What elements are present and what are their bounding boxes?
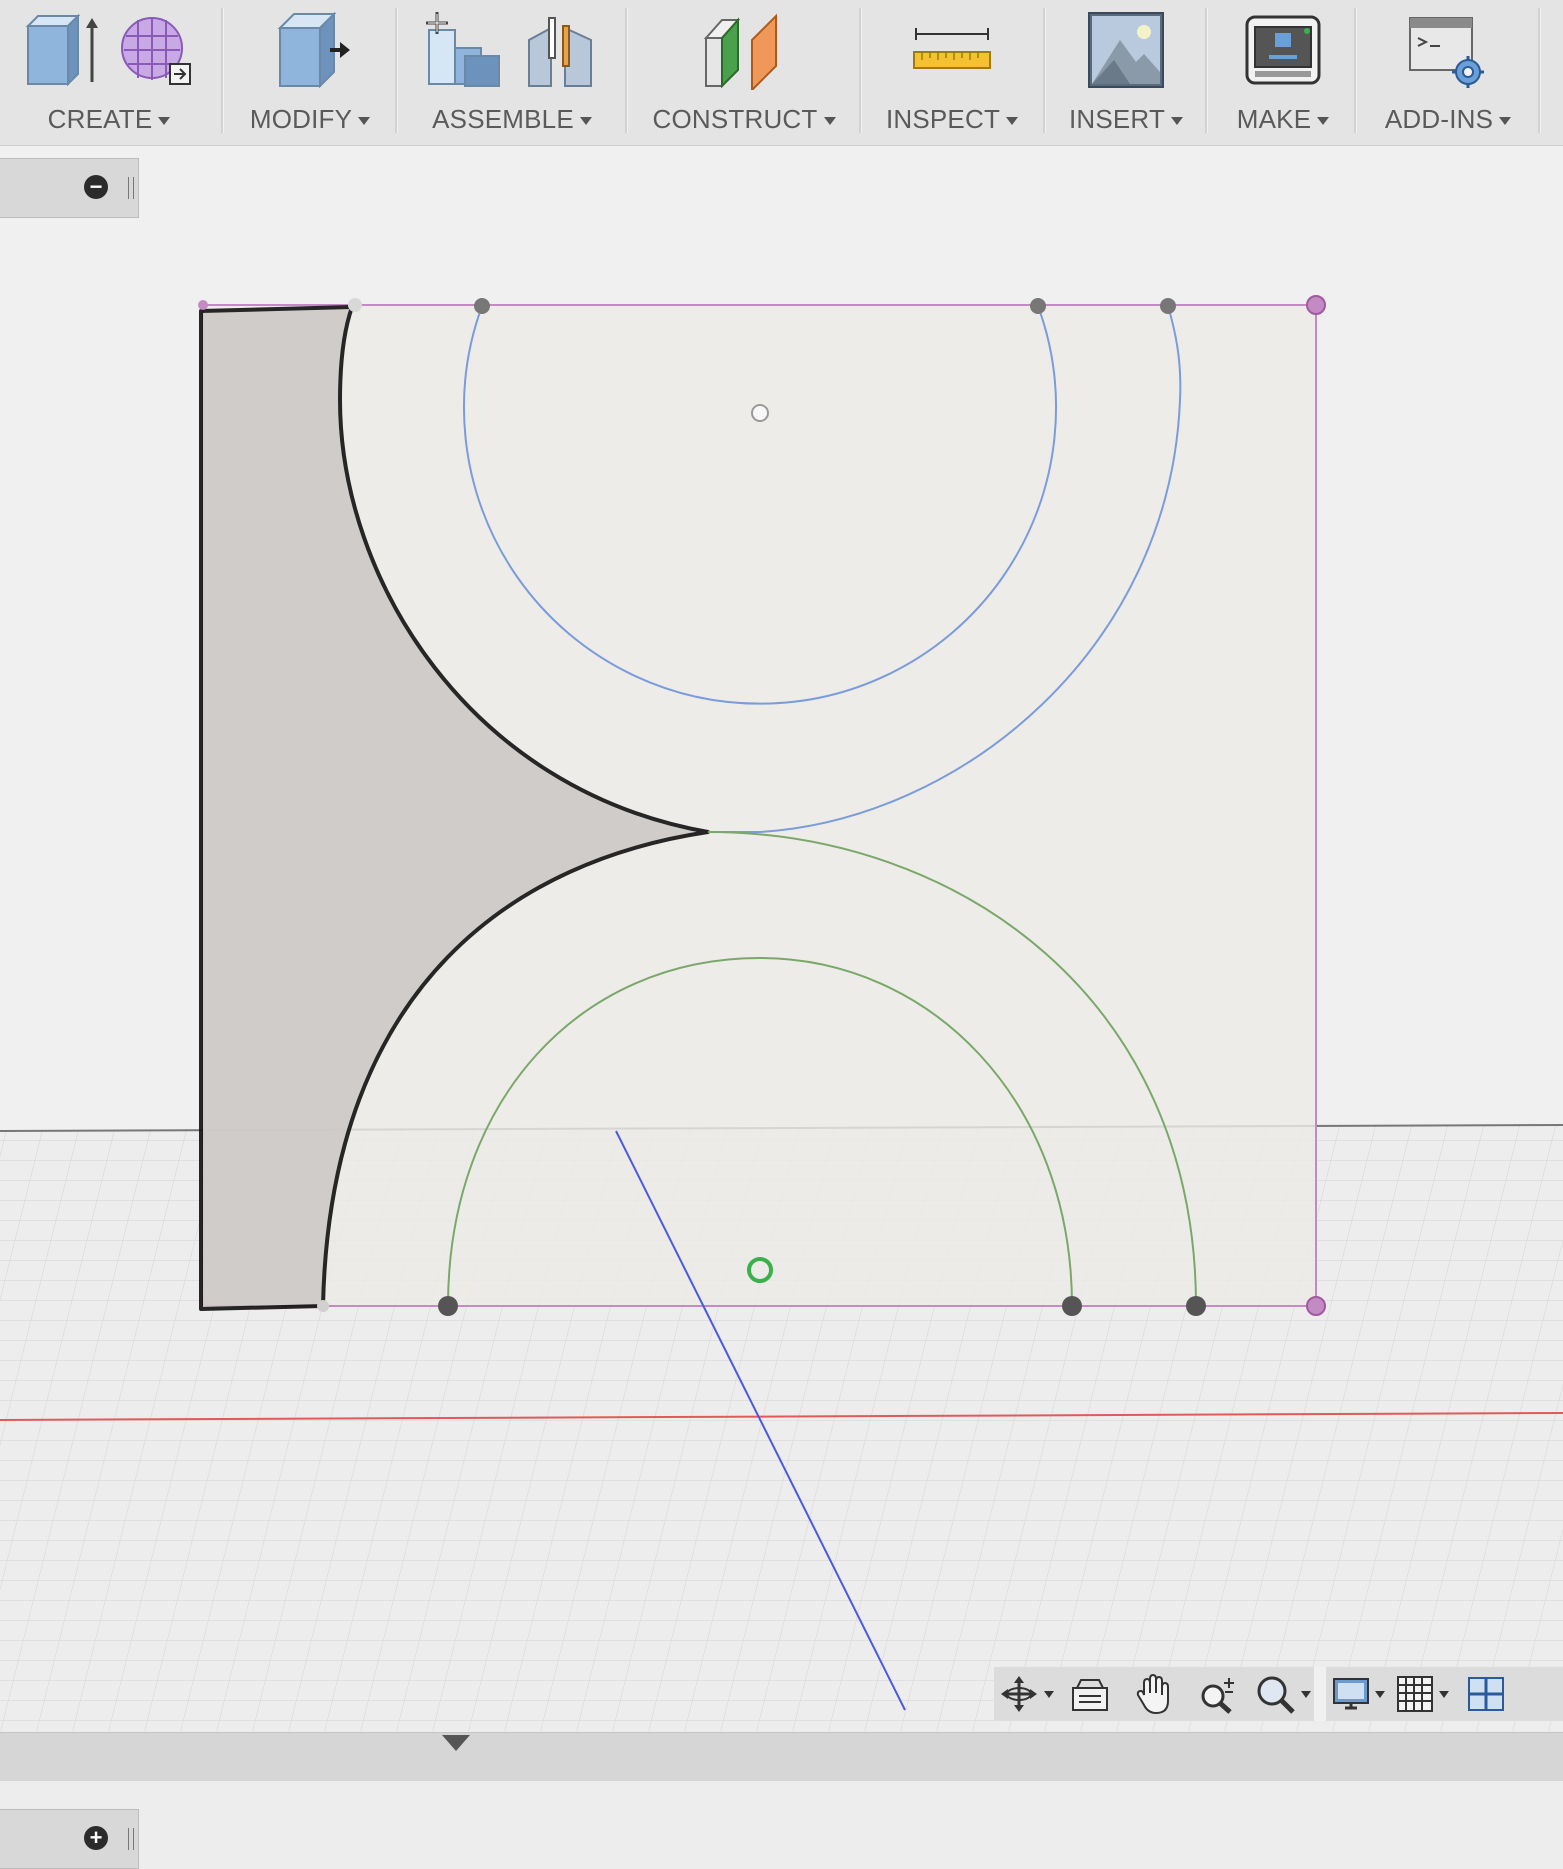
- assemble-label: ASSEMBLE: [432, 104, 574, 134]
- canvas-viewport[interactable]: − +: [0, 146, 1563, 1869]
- toolbar-separator: [221, 8, 224, 133]
- chevron-down-icon: [1006, 116, 1019, 125]
- minus-icon[interactable]: −: [84, 175, 108, 199]
- chevron-down-icon: [823, 116, 836, 125]
- toolbar-separator: [859, 8, 862, 133]
- add-ins-menu[interactable]: ADD-INS: [1384, 104, 1512, 135]
- fit-button[interactable]: [1250, 1667, 1314, 1721]
- fit-icon: [1257, 1676, 1295, 1714]
- browser-panel-collapsed[interactable]: −: [0, 158, 139, 218]
- scripts-icon[interactable]: [1406, 10, 1490, 90]
- 3d-scene[interactable]: [0, 146, 1563, 1731]
- drag-handle-icon[interactable]: [128, 1828, 134, 1850]
- insert-image-icon[interactable]: [1086, 10, 1166, 90]
- toolbar-separator: [395, 8, 398, 133]
- make-group: MAKE: [1210, 0, 1356, 145]
- chevron-down-icon[interactable]: [1375, 1690, 1385, 1698]
- assemble-group: ASSEMBLE: [400, 0, 624, 145]
- navigation-bar: [994, 1667, 1563, 1721]
- chevron-down-icon: [1499, 116, 1512, 125]
- orbit-button[interactable]: [994, 1667, 1058, 1721]
- grid-settings-button[interactable]: [1390, 1667, 1454, 1721]
- chevron-down-icon[interactable]: [1301, 1690, 1311, 1698]
- zoom-icon: [1201, 1678, 1234, 1714]
- insert-group: INSERT: [1048, 0, 1204, 145]
- timeline-marker-icon[interactable]: [440, 1733, 472, 1753]
- toolbar-separator: [1205, 8, 1208, 133]
- look-at-button[interactable]: [1058, 1667, 1122, 1721]
- toolbar: CREATE MODIFY ASSEMBLE CONSTRUCT INSPECT…: [0, 0, 1563, 146]
- display-settings-button[interactable]: [1326, 1667, 1390, 1721]
- extrude-box-icon[interactable]: [22, 12, 102, 88]
- navbar-separator: [1314, 1667, 1326, 1721]
- orbit-icon: [1001, 1676, 1037, 1712]
- toolbar-separator: [1354, 8, 1357, 133]
- construct-label: CONSTRUCT: [652, 104, 818, 134]
- add-ins-label: ADD-INS: [1384, 104, 1494, 134]
- chevron-down-icon: [358, 116, 371, 125]
- top-arc-center[interactable]: [751, 404, 769, 422]
- chevron-down-icon: [158, 116, 171, 125]
- viewports-icon: [1468, 1677, 1504, 1711]
- joint-icon[interactable]: [521, 10, 601, 90]
- zoom-button[interactable]: [1186, 1667, 1250, 1721]
- chevron-down-icon: [1171, 116, 1184, 125]
- insert-menu[interactable]: INSERT: [1068, 104, 1184, 135]
- chevron-down-icon[interactable]: [1044, 1690, 1054, 1698]
- plus-icon[interactable]: +: [84, 1826, 108, 1850]
- inspect-menu[interactable]: INSPECT: [885, 104, 1019, 135]
- drag-handle-icon[interactable]: [128, 177, 134, 199]
- create-group: CREATE: [0, 0, 218, 145]
- offset-plane-icon[interactable]: [702, 10, 786, 90]
- assemble-menu[interactable]: ASSEMBLE: [432, 104, 592, 135]
- create-menu[interactable]: CREATE: [48, 104, 171, 135]
- viewports-button[interactable]: [1454, 1667, 1518, 1721]
- construct-menu[interactable]: CONSTRUCT: [652, 104, 836, 135]
- inspect-group: INSPECT: [864, 0, 1040, 145]
- add-ins-group: ADD-INS: [1358, 0, 1538, 145]
- 3d-print-icon[interactable]: [1243, 13, 1323, 87]
- toolbar-separator: [625, 8, 628, 133]
- modify-group: MODIFY: [226, 0, 394, 145]
- chevron-down-icon[interactable]: [1439, 1690, 1449, 1698]
- make-label: MAKE: [1236, 104, 1312, 134]
- measure-icon[interactable]: [910, 20, 994, 80]
- make-menu[interactable]: MAKE: [1236, 104, 1330, 135]
- pan-button[interactable]: [1122, 1667, 1186, 1721]
- modify-label: MODIFY: [249, 104, 353, 134]
- form-cage-icon[interactable]: [116, 12, 196, 88]
- grid-settings-icon: [1397, 1676, 1433, 1712]
- inspect-label: INSPECT: [885, 104, 1001, 134]
- toolbar-separator: [1043, 8, 1046, 133]
- toolbar-separator: [1538, 8, 1541, 133]
- insert-label: INSERT: [1068, 104, 1166, 134]
- timeline-bar: [0, 1732, 1563, 1781]
- look-at-icon: [1072, 1679, 1108, 1711]
- pan-icon: [1136, 1673, 1169, 1715]
- display-settings-icon: [1333, 1678, 1369, 1710]
- construct-group: CONSTRUCT: [630, 0, 858, 145]
- modify-menu[interactable]: MODIFY: [249, 104, 371, 135]
- create-label: CREATE: [47, 104, 153, 134]
- new-component-icon[interactable]: [423, 10, 507, 90]
- chevron-down-icon: [1317, 116, 1330, 125]
- chevron-down-icon: [579, 116, 592, 125]
- comments-panel-collapsed[interactable]: +: [0, 1809, 139, 1869]
- press-pull-icon[interactable]: [268, 10, 352, 90]
